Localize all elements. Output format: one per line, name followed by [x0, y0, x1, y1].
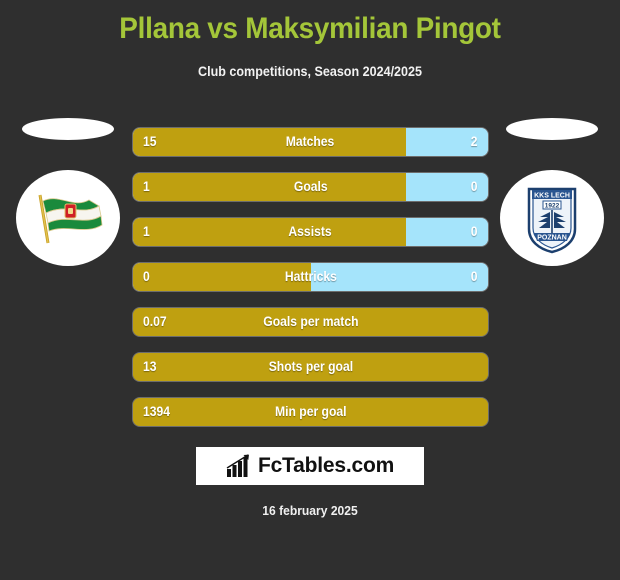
- stat-row-matches: 15 Matches 2: [133, 128, 488, 156]
- stats-rows: 15 Matches 2 1 Goals 0 1 Assists 0 0 Hat…: [133, 128, 488, 443]
- right-badge-top-ellipse: [506, 118, 598, 140]
- page-subtitle: Club competitions, Season 2024/2025: [198, 64, 422, 79]
- stat-label: Goals per match: [262, 314, 359, 329]
- left-badge-ellipse: [16, 170, 120, 266]
- right-badge-ellipse: KKS LECH 1922 POZNAN: [500, 170, 604, 266]
- stat-right-value: 0: [471, 269, 478, 284]
- stat-right-value: 0: [471, 179, 478, 194]
- left-club-badge: [8, 118, 128, 278]
- crest-year: 1922: [545, 203, 560, 210]
- stat-label: Matches: [286, 134, 335, 149]
- stat-row-shots-per-goal: 13 Shots per goal: [133, 353, 488, 381]
- stat-label: Shots per goal: [268, 359, 353, 374]
- crest-city: POZNAN: [537, 235, 567, 242]
- logo-text: FcTables.com: [257, 454, 395, 477]
- stat-right-value: 2: [471, 134, 478, 149]
- fctables-logo: FcTables.com: [196, 447, 424, 485]
- stat-label: Assists: [288, 224, 333, 239]
- stat-row-goals-per-match: 0.07 Goals per match: [133, 308, 488, 336]
- lech-poznan-crest-icon: KKS LECH 1922 POZNAN: [527, 187, 577, 254]
- stat-row-min-per-goal: 1394 Min per goal: [133, 398, 488, 426]
- crest-club-name: KKS LECH: [534, 193, 570, 200]
- stat-row-assists: 1 Assists 0: [133, 218, 488, 246]
- stat-row-hattricks: 0 Hattricks 0: [133, 263, 488, 291]
- bar-chart-icon: [226, 454, 249, 477]
- stat-label: Hattricks: [284, 269, 337, 284]
- stat-right-value: 0: [471, 224, 478, 239]
- stat-label: Min per goal: [274, 404, 347, 419]
- page-title: Pllana vs Maksymilian Pingot: [119, 12, 501, 45]
- stat-row-goals: 1 Goals 0: [133, 173, 488, 201]
- stats-comparison-page: Pllana vs Maksymilian Pingot Club compet…: [0, 0, 620, 580]
- stat-label: Goals: [293, 179, 328, 194]
- pennant-flag-icon: [38, 194, 103, 244]
- left-badge-top-ellipse: [22, 118, 114, 140]
- right-club-badge: KKS LECH 1922 POZNAN: [492, 118, 612, 278]
- footer-date: 16 february 2025: [262, 503, 358, 518]
